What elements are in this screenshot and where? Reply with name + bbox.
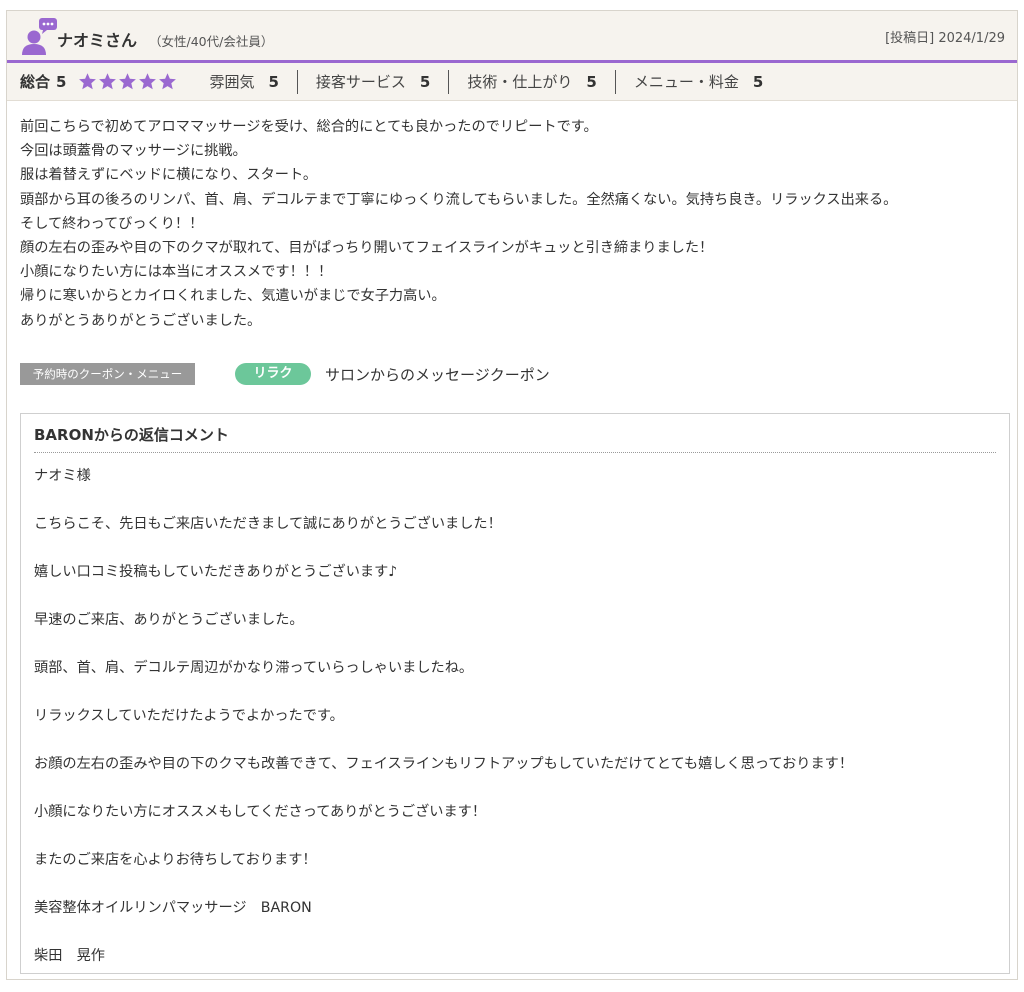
star-filled-icon (159, 73, 177, 90)
star-filled-icon (119, 73, 137, 90)
review-line: 今回は頭蓋骨のマッサージに挑戦。 (20, 143, 247, 160)
rating-category-score: 5 (752, 72, 764, 91)
reply-line: 早速のご来店、ありがとうございました。 (34, 612, 304, 628)
rating-category-atmosphere: 雰囲気 5 (191, 70, 296, 94)
review-line: 前回こちらで初めてアロママッサージを受け、総合的にとても良かったのでリピートです… (20, 119, 598, 135)
reply-line: またのご来店を心よりお待ちしております！ (34, 852, 317, 868)
rating-category-label: メニュー・料金 (633, 73, 739, 91)
rating-category-score: 5 (268, 72, 279, 91)
rating-category-score: 5 (419, 72, 431, 91)
overall-rating-score: 5 (56, 72, 67, 91)
review-text: 前回こちらで初めてアロママッサージを受け、総合的にとても良かったのでリピートです… (20, 115, 1010, 333)
reply-line: 頭部、首、肩、デコルテ周辺がかなり滞っていらっしゃいましたね。 (34, 660, 474, 676)
reviewer-name: ナオミさん (57, 31, 138, 50)
rating-category-score: 5 (586, 72, 597, 91)
reply-line: ナオミ様 (34, 468, 91, 484)
rating-category-price: メニュー・料金 5 (614, 69, 781, 94)
rating-category-technique: 技術・仕上がり 5 (448, 69, 614, 94)
coupon-label: 予約時のクーポン・メニュー (20, 363, 195, 385)
review-line: 帰りに寒いからとカイロくれました、気遣いがまじで女子力高い。 (20, 288, 446, 305)
review-line: 小顔になりたい方には本当にオススメです！！！ (20, 264, 333, 281)
rating-bar: 総合 5 雰囲気 5 接客サービス 5 技術・仕上がり 5 メニュー・料金 5 (7, 63, 1017, 101)
review-line: 頭部から耳の後ろのリンパ、首、肩、デコルテまで丁寧にゆっくり流してもらいました。… (20, 191, 898, 208)
reply-text: ナオミ様 こちらこそ、先日もご来店いただきまして誠にありがとうございました！ 嬉… (34, 464, 994, 992)
rating-category-label: 雰囲気 (209, 73, 255, 91)
rating-category-service: 接客サービス 5 (296, 69, 448, 94)
review-header: ナオミさん （女性/40代/会社員） [投稿日] 2024/1/29 (7, 11, 1017, 63)
coupon-category-badge: リラク (235, 363, 311, 385)
review-line: 服は着替えずにベッドに横になり、スタート。 (20, 167, 318, 184)
reply-line: リラックスしていただけたようでよかったです。 (34, 708, 344, 724)
reviewer-meta: （女性/40代/会社員） (149, 34, 274, 49)
reply-divider (34, 452, 996, 453)
post-date: [投稿日] 2024/1/29 (885, 31, 1005, 46)
review-line: ありがとうありがとうございました。 (20, 312, 262, 329)
overall-rating-label: 総合 (20, 73, 51, 91)
review-line: 顔の左右の歪みや目の下のクマが取れて、目がぱっちり開いてフェイスラインがキュッと… (20, 240, 714, 257)
reply-line: 嬉しい口コミ投稿もしていただきありがとうございます♪ (34, 564, 398, 580)
reply-line: 小顔になりたい方にオススメもしてくださってありがとうございます！ (34, 804, 487, 820)
reply-line: お顔の左右の歪みや目の下のクマも改善できて、フェイスラインもリフトアップもしてい… (34, 756, 854, 772)
star-filled-icon (99, 73, 117, 90)
review-line: そして終わってびっくり！！ (20, 215, 204, 232)
reply-line: こちらこそ、先日もご来店いただきまして誠にありがとうございました！ (34, 516, 502, 532)
review-card: ナオミさん （女性/40代/会社員） [投稿日] 2024/1/29 総合 5 … (6, 10, 1018, 980)
reply-title: BARONからの返信コメント (34, 426, 229, 444)
rating-category-label: 接客サービス (315, 73, 406, 91)
reply-line: 美容整体オイルリンパマッサージ BARON (34, 900, 312, 916)
rating-category-label: 技術・仕上がり (467, 73, 573, 91)
user-chat-icon (22, 18, 57, 55)
coupon-name-link[interactable]: サロンからのメッセージクーポン (325, 364, 550, 385)
star-filled-icon (79, 73, 97, 90)
star-rating (78, 72, 177, 91)
salon-reply: BARONからの返信コメント ナオミ様 こちらこそ、先日もご来店いただきまして誠… (20, 413, 1010, 974)
coupon-row: 予約時のクーポン・メニュー リラク サロンからのメッセージクーポン (20, 361, 550, 387)
star-filled-icon (139, 73, 157, 90)
